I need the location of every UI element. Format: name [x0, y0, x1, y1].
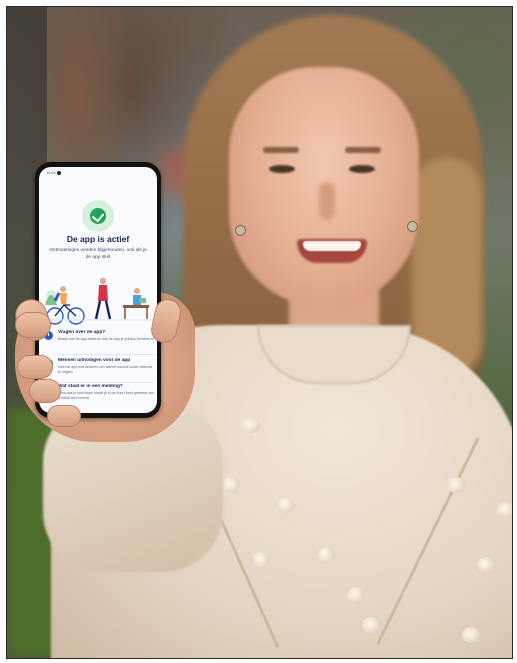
- finger: [15, 312, 51, 338]
- sweater-bobble: [477, 557, 495, 573]
- list-item-title: Mensen uitnodigen voor de app: [58, 358, 131, 363]
- phone-screen: 10:01 De app is actief Ontmoetingen word…: [39, 167, 157, 413]
- left-earring: [235, 225, 246, 236]
- sweater-bobble: [497, 502, 512, 518]
- sweater-bobble: [252, 552, 270, 568]
- finger: [47, 405, 81, 427]
- list-item[interactable]: + Mensen uitnodigen voor de app Deel de …: [44, 357, 154, 385]
- sweater-bobble: [242, 417, 260, 433]
- photo: 10:01 De app is actief Ontmoetingen word…: [6, 6, 513, 659]
- sweater-bobble: [347, 587, 365, 603]
- sweater-bobble: [317, 547, 335, 563]
- right-eyebrow: [345, 147, 381, 153]
- right-earring: [407, 221, 418, 232]
- sweater-bobble: [447, 477, 465, 493]
- finger: [17, 355, 53, 379]
- list-item-title: Vragen over de app?: [58, 330, 106, 335]
- left-eyebrow: [263, 147, 299, 153]
- sweater-bobble: [462, 627, 480, 643]
- app-status-subtitle: Ontmoetingen worden bijgehouden, ook als…: [49, 248, 147, 260]
- left-eye: [269, 165, 295, 173]
- list-item-description: Lees wat je kunt doen nadat je in de buu…: [58, 391, 154, 400]
- list-item-description: Bekijk hoe de app werkt en wat de app je…: [58, 337, 154, 341]
- list-item-title: Wat staat er in een melding?: [58, 384, 123, 389]
- right-eye: [349, 165, 375, 173]
- status-time: 10:01: [46, 170, 57, 175]
- list-item[interactable]: i Vragen over de app? Bekijk hoe de app …: [44, 329, 154, 357]
- sweater-bobble: [277, 497, 295, 513]
- nose: [319, 182, 335, 220]
- app-status-title: De app is actief: [66, 234, 130, 244]
- sweater-bobble: [222, 477, 240, 493]
- front-camera: [57, 171, 61, 175]
- list-item-description: Deel de app met anderen om samen corona …: [58, 365, 153, 374]
- teeth: [303, 241, 361, 251]
- people-outdoors-illustration: [41, 277, 155, 325]
- divider: [58, 354, 154, 355]
- sweater-bobble: [362, 617, 380, 633]
- finger: [29, 379, 61, 403]
